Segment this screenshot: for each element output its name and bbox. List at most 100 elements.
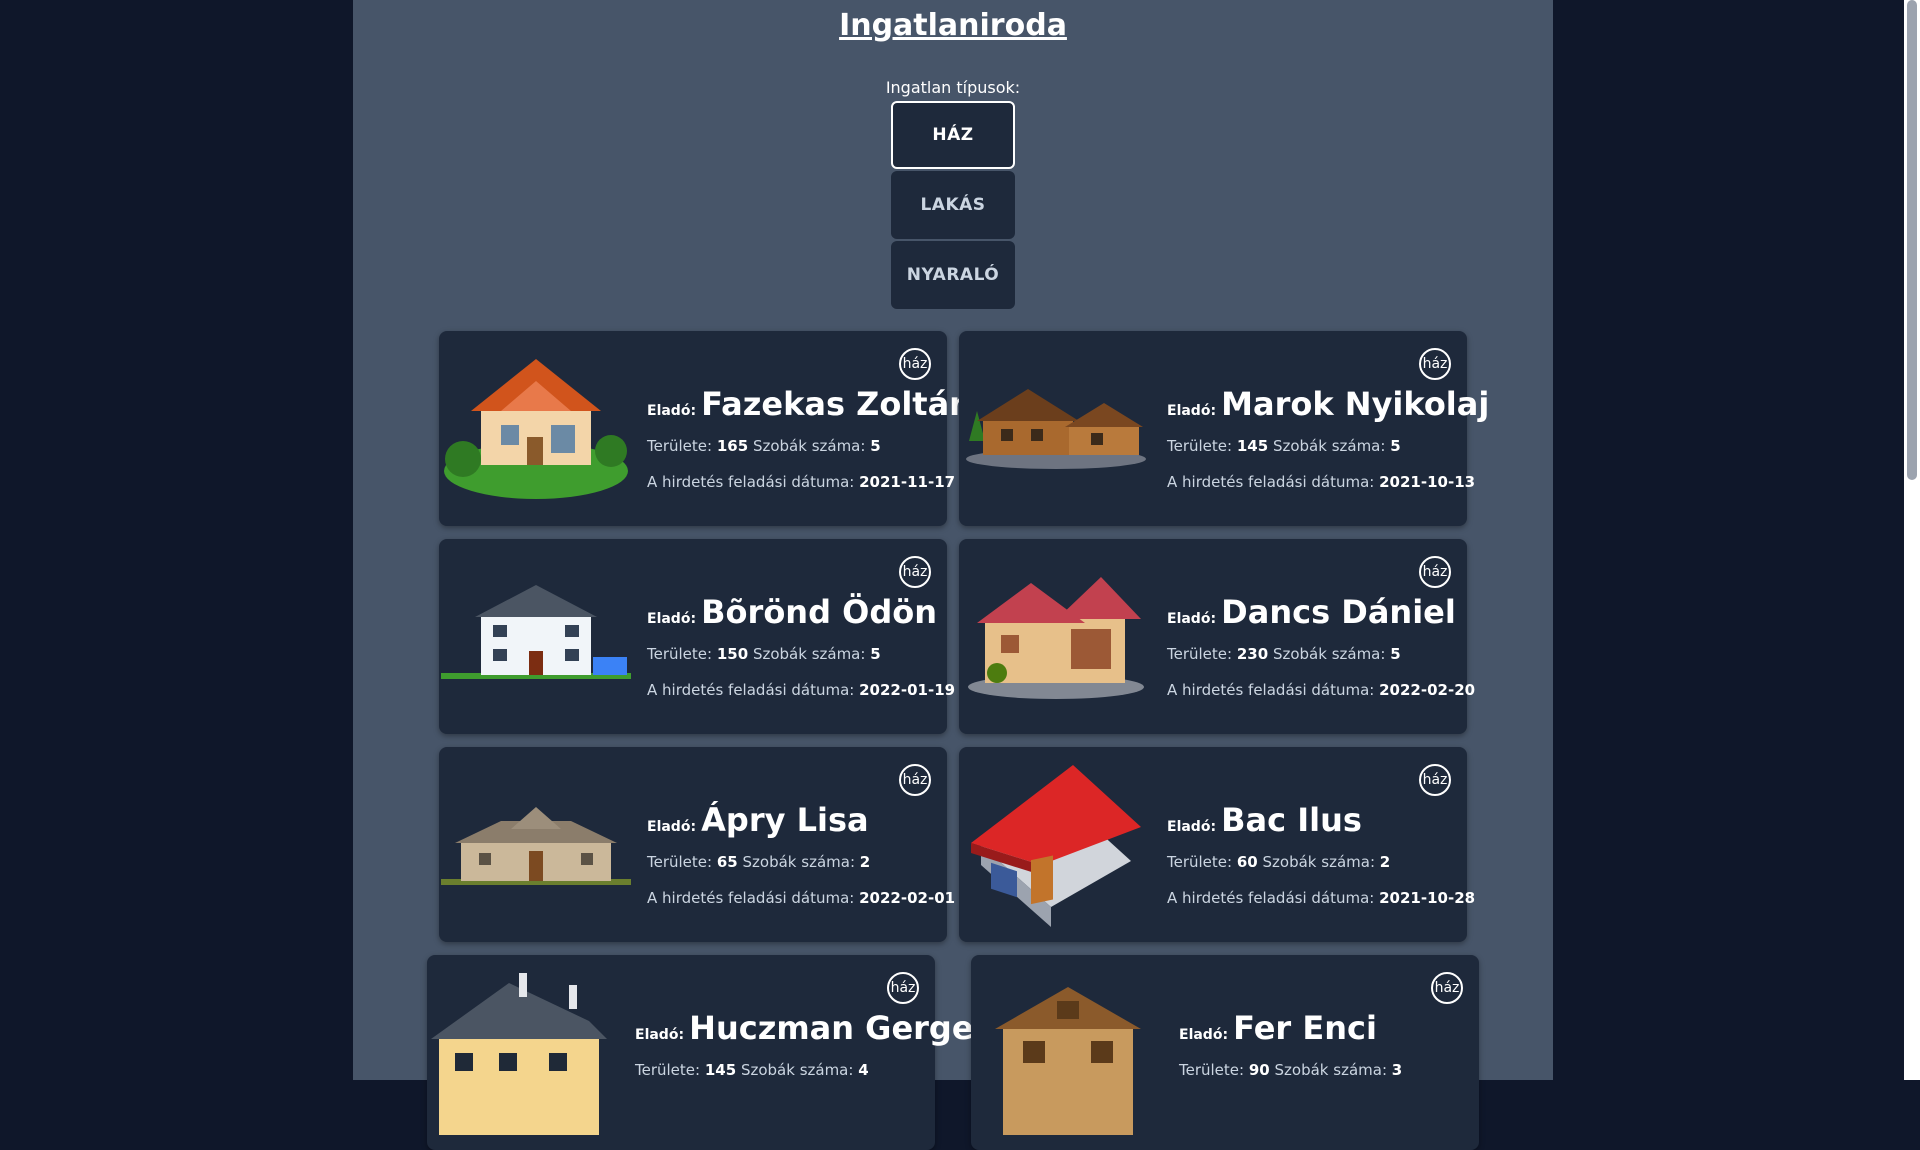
area-value: 230 — [1236, 645, 1269, 663]
area-rooms: Területe: 145 Szobák száma: 4 — [635, 1061, 869, 1079]
page-scrollbar[interactable] — [1904, 0, 1920, 1080]
type-badge: ház — [1419, 556, 1451, 588]
seller: Eladó: Huczman Gergely — [635, 1009, 1005, 1047]
listing-card[interactable]: ház Eladó: Fazekas Zoltán Területe: 165 … — [439, 331, 972, 526]
log-cabin-icon — [966, 389, 1146, 469]
seller-name: Dancs Dániel — [1221, 593, 1456, 631]
seller-label: Eladó: — [647, 819, 697, 835]
posting-date: A hirdetés feladási dátuma: 2021-10-28 — [1167, 889, 1475, 907]
rooms-value: 5 — [870, 437, 881, 455]
wooden-house-red-roof-icon — [968, 577, 1144, 699]
filter-button-haz[interactable]: HÁZ — [891, 101, 1015, 169]
seller-name: Bõrönd Ödön — [701, 593, 937, 631]
seller: Eladó: Marok Nyikolaj — [1167, 385, 1489, 423]
seller-name: Bac Ilus — [1221, 801, 1362, 839]
listing-card[interactable]: ház Eladó: Bõrönd Ödön Területe: 150 Szo… — [439, 539, 955, 734]
area-rooms: Területe: 145 Szobák száma: 5 — [1167, 437, 1401, 455]
posting-date: A hirdetés feladási dátuma: 2022-01-19 — [647, 681, 955, 699]
rooms-label: Szobák száma: — [1274, 1061, 1387, 1079]
seller: Eladó: Fer Enci — [1179, 1009, 1377, 1047]
date-label: A hirdetés feladási dátuma: — [1167, 473, 1375, 491]
posting-date: A hirdetés feladási dátuma: 2022-02-01 — [647, 889, 955, 907]
rooms-label: Szobák száma: — [752, 437, 866, 455]
area-label: Területe: — [1179, 1061, 1245, 1079]
date-label: A hirdetés feladási dátuma: — [647, 889, 855, 907]
posting-date: A hirdetés feladási dátuma: 2022-02-20 — [1167, 681, 1475, 699]
rooms-value: 5 — [1390, 645, 1401, 663]
seller-label: Eladó: — [647, 611, 697, 627]
area-label: Területe: — [635, 1061, 701, 1079]
seller-name: Huczman Gergely — [689, 1009, 1006, 1047]
area-rooms: Területe: 90 Szobák száma: 3 — [1179, 1061, 1402, 1079]
date-value: 2021-10-13 — [1379, 473, 1476, 491]
page-title[interactable]: Ingatlaniroda — [353, 8, 1553, 43]
date-label: A hirdetés feladási dátuma: — [1167, 681, 1375, 699]
date-label: A hirdetés feladási dátuma: — [647, 473, 855, 491]
seller-label: Eladó: — [1167, 403, 1217, 419]
listing-card[interactable]: ház Eladó: Fer Enci Területe: 90 Szobák … — [971, 955, 1479, 1150]
rooms-label: Szobák száma: — [1272, 645, 1386, 663]
seller-name: Ápry Lisa — [701, 801, 869, 839]
seller-name: Marok Nyikolaj — [1221, 385, 1490, 423]
seller: Eladó: Bõrönd Ödön — [647, 593, 937, 631]
posting-date: A hirdetés feladási dátuma: 2021-10-13 — [1167, 473, 1475, 491]
filter-label: Ingatlan típusok: — [885, 78, 1021, 97]
area-value: 145 — [1236, 437, 1269, 455]
rooms-value: 5 — [870, 645, 881, 663]
area-rooms: Területe: 150 Szobák száma: 5 — [647, 645, 881, 663]
house-orange-roof-icon — [444, 359, 628, 499]
type-badge: ház — [899, 348, 931, 380]
date-value: 2022-02-20 — [1379, 681, 1476, 699]
type-badge: ház — [899, 764, 931, 796]
rooms-label: Szobák száma: — [740, 1061, 854, 1079]
area-rooms: Területe: 165 Szobák száma: 5 — [647, 437, 881, 455]
area-label: Területe: — [647, 853, 713, 871]
date-label: A hirdetés feladási dátuma: — [1167, 889, 1375, 907]
rooms-label: Szobák száma: — [752, 645, 866, 663]
area-value: 145 — [704, 1061, 737, 1079]
type-badge: ház — [1419, 348, 1451, 380]
listing-card[interactable]: ház Eladó: Marok Nyikolaj Területe: 145 … — [959, 331, 1489, 526]
rooms-value: 5 — [1390, 437, 1401, 455]
area-label: Területe: — [1167, 645, 1233, 663]
posting-date: A hirdetés feladási dátuma: 2021-11-17 — [647, 473, 955, 491]
filter-button-nyaralo[interactable]: NYARALÓ — [891, 241, 1015, 309]
area-value: 165 — [716, 437, 749, 455]
scrollbar-thumb[interactable] — [1907, 0, 1917, 480]
listing-card[interactable]: ház Eladó: Bac Ilus Területe: 60 Szobák … — [959, 747, 1475, 942]
area-rooms: Területe: 60 Szobák száma: 2 — [1167, 853, 1390, 871]
rooms-label: Szobák száma: — [1272, 437, 1386, 455]
type-badge: ház — [887, 972, 919, 1004]
seller: Eladó: Fazekas Zoltán — [647, 385, 972, 423]
listing-card[interactable]: ház Eladó: Ápry Lisa Területe: 65 Szobák… — [439, 747, 955, 942]
seller: Eladó: Ápry Lisa — [647, 801, 869, 839]
seller-label: Eladó: — [635, 1027, 685, 1043]
date-label: A hirdetés feladási dátuma: — [647, 681, 855, 699]
area-value: 65 — [716, 853, 738, 871]
listing-card[interactable]: ház Eladó: Huczman Gergely Területe: 145… — [427, 955, 1005, 1150]
seller-label: Eladó: — [1179, 1027, 1229, 1043]
rooms-value: 2 — [859, 853, 871, 871]
seller-label: Eladó: — [1167, 611, 1217, 627]
stone-villa-icon — [441, 807, 631, 885]
area-label: Területe: — [1167, 437, 1233, 455]
date-value: 2021-10-28 — [1379, 889, 1476, 907]
filter-button-lakas[interactable]: LAKÁS — [891, 171, 1015, 239]
area-rooms: Területe: 65 Szobák száma: 2 — [647, 853, 870, 871]
listing-card[interactable]: ház Eladó: Dancs Dániel Területe: 230 Sz… — [959, 539, 1475, 734]
area-label: Területe: — [647, 645, 713, 663]
date-value: 2022-01-19 — [859, 681, 956, 699]
seller: Eladó: Dancs Dániel — [1167, 593, 1456, 631]
seller-name: Fazekas Zoltán — [701, 385, 972, 423]
timber-house-icon — [995, 987, 1141, 1135]
seller-label: Eladó: — [647, 403, 697, 419]
date-value: 2021-11-17 — [859, 473, 956, 491]
rooms-label: Szobák száma: — [1262, 853, 1375, 871]
seller-name: Fer Enci — [1233, 1009, 1377, 1047]
type-badge: ház — [1419, 764, 1451, 796]
area-value: 90 — [1248, 1061, 1270, 1079]
type-badge: ház — [1431, 972, 1463, 1004]
area-label: Területe: — [647, 437, 713, 455]
rooms-value: 4 — [858, 1061, 869, 1079]
area-value: 150 — [716, 645, 749, 663]
